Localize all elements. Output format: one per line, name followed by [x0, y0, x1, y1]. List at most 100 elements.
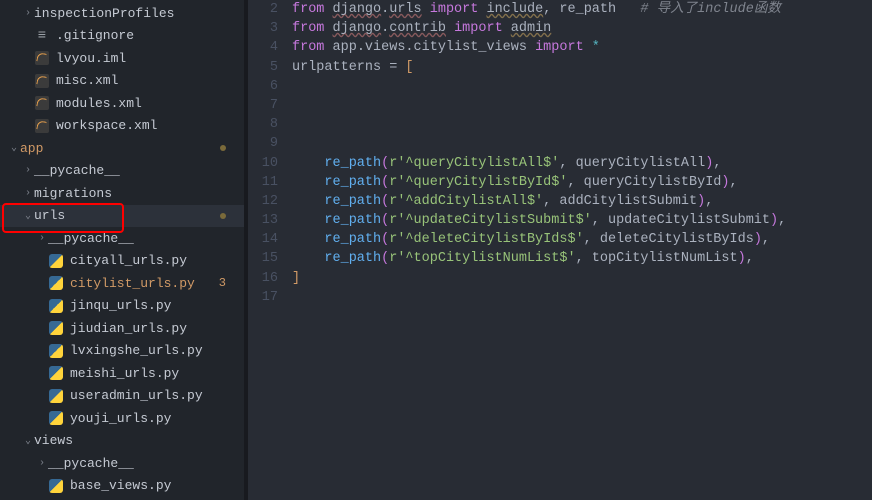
token — [292, 213, 324, 228]
folder-item-inspectionprofiles[interactable]: ›inspectionProfiles — [0, 2, 244, 25]
chevron-right-icon[interactable]: › — [22, 8, 34, 19]
code-line[interactable]: from app.views.citylist_views import * — [292, 38, 872, 57]
line-number: 9 — [248, 134, 278, 153]
file-item-gitignore[interactable]: .gitignore — [0, 25, 244, 48]
token: re_path — [559, 2, 616, 17]
token: re_path — [324, 175, 381, 190]
token — [422, 2, 430, 17]
file-label: useradmin_urls.py — [70, 388, 244, 403]
line-number: 8 — [248, 115, 278, 134]
xml-file-icon — [34, 95, 50, 111]
file-item-jinquurlspy[interactable]: jinqu_urls.py — [0, 295, 244, 318]
token: = — [389, 60, 405, 75]
line-number: 5 — [248, 58, 278, 77]
py-file-icon — [48, 410, 64, 426]
folder-item-pycache[interactable]: ›__pycache__ — [0, 452, 244, 475]
chevron-down-icon[interactable]: ⌄ — [22, 435, 34, 447]
code-line[interactable]: re_path(r'^topCitylistNumList$', topCity… — [292, 249, 872, 268]
file-label: citylist_urls.py — [70, 276, 219, 291]
line-number: 3 — [248, 19, 278, 38]
token — [616, 2, 640, 17]
py-file-icon — [48, 365, 64, 381]
line-number: 7 — [248, 96, 278, 115]
chevron-down-icon[interactable]: ⌄ — [22, 210, 34, 222]
file-label: workspace.xml — [56, 118, 244, 133]
code-line[interactable]: from django.urls import include, re_path… — [292, 0, 872, 19]
file-item-citylisturlspy[interactable]: citylist_urls.py3 — [0, 272, 244, 295]
folder-item-urls[interactable]: ⌄urls — [0, 205, 244, 228]
code-line[interactable] — [292, 96, 872, 115]
code-line[interactable]: from django.contrib import admin — [292, 19, 872, 38]
token — [292, 175, 324, 190]
folder-item-migrations[interactable]: ›migrations — [0, 182, 244, 205]
file-item-useradminurlspy[interactable]: useradmin_urls.py — [0, 385, 244, 408]
py-file-icon — [48, 478, 64, 494]
code-content[interactable]: from django.urls import include, re_path… — [292, 0, 872, 500]
folder-item-pycache[interactable]: ›__pycache__ — [0, 160, 244, 183]
file-explorer-sidebar[interactable]: ›inspectionProfiles.gitignorelvyou.imlmi… — [0, 0, 244, 500]
token: [ — [405, 60, 413, 75]
file-label: modules.xml — [56, 96, 244, 111]
line-number: 16 — [248, 269, 278, 288]
code-line[interactable] — [292, 115, 872, 134]
code-line[interactable]: re_path(r'^deleteCitylistByIds$', delete… — [292, 230, 872, 249]
code-editor[interactable]: 234567891011121314151617 from django.url… — [248, 0, 872, 500]
file-item-youjiurlspy[interactable]: youji_urls.py — [0, 407, 244, 430]
token: , — [705, 194, 713, 209]
token: ) — [721, 175, 729, 190]
token: r'^topCitylistNumList$' — [389, 251, 575, 266]
file-label: cityall_urls.py — [70, 253, 244, 268]
token — [292, 232, 324, 247]
code-line[interactable]: re_path(r'^queryCitylistAll$', queryCity… — [292, 154, 872, 173]
token: queryCitylistById — [584, 175, 722, 190]
token: r'^updateCitylistSubmit$' — [389, 213, 592, 228]
line-number: 15 — [248, 249, 278, 268]
token: re_path — [324, 213, 381, 228]
file-label: jinqu_urls.py — [70, 298, 244, 313]
py-file-icon — [48, 275, 64, 291]
py-file-icon — [48, 388, 64, 404]
code-line[interactable] — [292, 77, 872, 96]
chevron-right-icon[interactable]: › — [22, 188, 34, 199]
token — [292, 156, 324, 171]
file-item-workspacexml[interactable]: workspace.xml — [0, 115, 244, 138]
line-number: 4 — [248, 38, 278, 57]
token: ) — [738, 251, 746, 266]
file-item-jiudianurlspy[interactable]: jiudian_urls.py — [0, 317, 244, 340]
chevron-right-icon[interactable]: › — [22, 165, 34, 176]
code-line[interactable]: re_path(r'^updateCitylistSubmit$', updat… — [292, 211, 872, 230]
code-line[interactable]: urlpatterns = [ — [292, 58, 872, 77]
line-number: 17 — [248, 288, 278, 307]
line-number: 13 — [248, 211, 278, 230]
code-line[interactable] — [292, 288, 872, 307]
chevron-right-icon[interactable]: › — [36, 233, 48, 244]
token: # 导入了include函数 — [640, 2, 780, 17]
folder-label: views — [34, 433, 244, 448]
modified-dot-icon — [220, 145, 226, 151]
code-line[interactable]: re_path(r'^queryCitylistById$', queryCit… — [292, 173, 872, 192]
folder-item-app[interactable]: ⌄app — [0, 137, 244, 160]
file-item-baseviewspy[interactable]: base_views.py — [0, 475, 244, 498]
file-label: youji_urls.py — [70, 411, 244, 426]
code-line[interactable]: ] — [292, 269, 872, 288]
code-line[interactable] — [292, 134, 872, 153]
token: , — [713, 156, 721, 171]
chevron-right-icon[interactable]: › — [36, 458, 48, 469]
file-item-miscxml[interactable]: misc.xml — [0, 70, 244, 93]
file-item-cityallurlspy[interactable]: cityall_urls.py — [0, 250, 244, 273]
token — [292, 194, 324, 209]
token: re_path — [324, 251, 381, 266]
folder-item-views[interactable]: ⌄views — [0, 430, 244, 453]
token: updateCitylistSubmit — [608, 213, 770, 228]
chevron-down-icon[interactable]: ⌄ — [8, 142, 20, 154]
file-label: lvxingshe_urls.py — [70, 343, 244, 358]
file-item-lvyouiml[interactable]: lvyou.iml — [0, 47, 244, 70]
code-line[interactable]: re_path(r'^addCitylistAll$', addCitylist… — [292, 192, 872, 211]
file-item-lvxingsheurlspy[interactable]: lvxingshe_urls.py — [0, 340, 244, 363]
file-item-meishiurlspy[interactable]: meishi_urls.py — [0, 362, 244, 385]
file-item-modulesxml[interactable]: modules.xml — [0, 92, 244, 115]
folder-label: __pycache__ — [48, 231, 244, 246]
token: , — [567, 175, 583, 190]
folder-item-pycache[interactable]: ›__pycache__ — [0, 227, 244, 250]
xml-file-icon — [34, 73, 50, 89]
